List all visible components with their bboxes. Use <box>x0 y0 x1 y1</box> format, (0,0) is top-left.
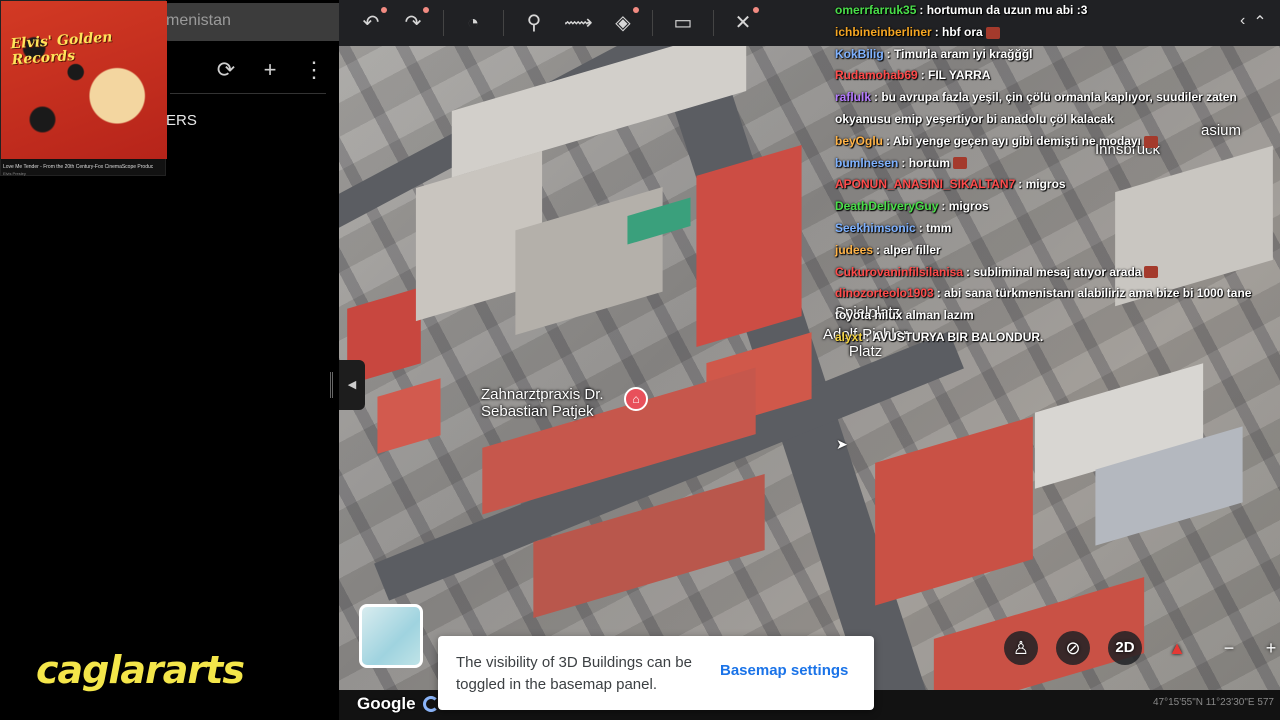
chat-username: Rudamohab69 <box>835 68 918 83</box>
chat-text: : alper filler <box>876 242 941 257</box>
chat-text: : migros <box>1018 177 1066 192</box>
chat-username: bumlnesen <box>835 155 899 170</box>
now-playing-overlay: Elvis' Golden Records Love Me Tender - F… <box>0 0 167 176</box>
chat-emote-icon <box>1143 135 1158 148</box>
track-artist: Elvis Presley <box>3 171 26 176</box>
path-icon[interactable]: ⟿ <box>564 9 593 37</box>
chat-message: alyxt: AVUSTURYA BIR BALONDUR. <box>835 327 1275 349</box>
chat-message: raflulk: bu avrupa fazla yeşil, çin çölü… <box>835 87 1275 131</box>
chat-text: : AVUSTURYA BIR BALONDUR. <box>865 329 1044 344</box>
building <box>696 144 802 348</box>
stream-chat-overlay: omerrfarruk35: hortumun da uzun mu abi :… <box>835 0 1275 349</box>
chat-text: : hortum <box>901 155 951 170</box>
layers-label: ERS <box>166 112 197 129</box>
panel-actions: ⟳ + ⋮ <box>214 58 326 82</box>
chat-message: DeathDeliveryGuy: migros <box>835 196 1275 218</box>
chat-text: : Abi yenge geçen ayı gibi demişti ne mo… <box>886 133 1141 148</box>
chat-username: KokBilig <box>835 46 884 61</box>
chat-message: Seekhimsonic: tmm <box>835 218 1275 240</box>
redo-icon[interactable]: ↷ <box>399 7 429 37</box>
coordinates-readout: 47°15'55"N 11°23'30"E 577 <box>1152 697 1274 708</box>
chat-text: : FIL YARRA <box>920 68 991 83</box>
left-panel: menistan ⟳ + ⋮ ERS Elvis' Golden Records… <box>0 0 339 720</box>
chat-username: APONUN_ANASINI_SIKALTAN7 <box>835 177 1016 192</box>
chat-emote-icon <box>1144 266 1159 279</box>
chat-username: Cukurovaninfilsilanisa <box>835 264 964 279</box>
panel-divider <box>170 93 326 94</box>
poi-label-dentist[interactable]: Zahnarztpraxis Dr. Sebastian Patjek <box>481 386 604 420</box>
chat-text: : subliminal mesaj atıyor arada <box>966 264 1142 279</box>
google-logo: Google <box>357 694 416 713</box>
chat-emote-icon <box>985 26 1000 39</box>
toolbar-divider <box>713 10 714 36</box>
panel-resize-handle[interactable] <box>330 372 333 398</box>
chat-message: APONUN_ANASINI_SIKALTAN7: migros <box>835 174 1275 196</box>
basemap-settings-button[interactable]: Basemap settings <box>720 662 848 679</box>
chat-username: dinozorteolo1903 <box>835 286 934 301</box>
chat-username: judees <box>835 242 874 257</box>
loading-spinner-icon <box>423 696 439 712</box>
mouse-cursor-icon: ➤ <box>836 436 848 452</box>
chat-text: : tmm <box>918 220 952 235</box>
basemap-toggle-button[interactable] <box>359 604 423 668</box>
chat-message: omerrfarruk35: hortumun da uzun mu abi :… <box>835 0 1275 22</box>
album-cover <box>1 1 167 159</box>
pegman-icon[interactable]: ♙ <box>1004 631 1038 665</box>
streamer-watermark: caglararts <box>36 648 245 692</box>
chat-emote-icon <box>953 157 968 170</box>
measure-icon[interactable]: ▭ <box>669 9 697 37</box>
add-icon[interactable]: + <box>258 58 282 82</box>
dentist-pin-icon[interactable]: ⌂ <box>624 387 648 411</box>
refresh-icon[interactable]: ⟳ <box>214 58 238 82</box>
toast-message: The visibility of 3D Buildings can be to… <box>456 654 692 693</box>
chat-message: dinozorteolo1903: abi sana türkmenistanı… <box>835 283 1275 327</box>
satellite-icon[interactable]: ✕ <box>729 7 759 37</box>
toolbar-divider <box>503 10 504 36</box>
chat-username: alyxt <box>835 329 863 344</box>
layers-icon[interactable]: ◈ <box>609 7 639 37</box>
zoom-in-icon[interactable]: + <box>1254 631 1280 665</box>
building <box>875 416 1033 606</box>
basemap-toast: The visibility of 3D Buildings can be to… <box>438 636 874 710</box>
chat-username: Seekhimsonic <box>835 220 916 235</box>
more-vert-icon[interactable]: ⋮ <box>302 58 326 82</box>
chat-message: judees: alper filler <box>835 240 1275 262</box>
chat-text: : Timurla aram iyi krağğğl <box>886 46 1033 61</box>
chat-text: : bu avrupa fazla yeşil, çin çölü ormanl… <box>835 90 1237 126</box>
chat-username: DeathDeliveryGuy <box>835 199 939 214</box>
chat-message: bumlnesen: hortum <box>835 153 1275 175</box>
chat-text: : hbf ora <box>934 24 983 39</box>
building <box>933 577 1145 690</box>
chat-username: ichbineinberliner <box>835 24 932 39</box>
chat-username: omerrfarruk35 <box>835 3 917 17</box>
collapse-panel-button[interactable]: ◀ <box>339 360 365 410</box>
chat-username: raflulk <box>835 90 872 105</box>
placemark-icon[interactable]: ⚲ <box>520 9 548 37</box>
track-caption: Love Me Tender - From the 20th Century-F… <box>3 164 153 170</box>
undo-icon[interactable]: ↶ <box>357 7 387 37</box>
building <box>377 378 441 454</box>
view-mode-toggle[interactable]: 2D <box>1108 631 1142 665</box>
chat-text: : hortumun da uzun mu abi :3 <box>919 3 1088 17</box>
compass-icon[interactable]: ▲ <box>1160 631 1194 665</box>
chat-message: KokBilig: Timurla aram iyi krağğğl <box>835 44 1275 66</box>
zoom-out-icon[interactable]: − <box>1212 631 1246 665</box>
chat-message: Cukurovaninfilsilanisa: subliminal mesaj… <box>835 262 1275 284</box>
chat-username: beyOglu <box>835 133 884 148</box>
chat-message: beyOglu: Abi yenge geçen ayı gibi demişt… <box>835 131 1275 153</box>
search-input-text[interactable]: menistan <box>166 12 231 30</box>
history-icon[interactable]: ◔ <box>459 9 487 37</box>
toolbar-divider <box>652 10 653 36</box>
chat-text: : migros <box>941 199 989 214</box>
chat-message: Rudamohab69: FIL YARRA <box>835 65 1275 87</box>
recenter-icon[interactable]: ⊘ <box>1056 631 1090 665</box>
toolbar-divider <box>443 10 444 36</box>
chat-message: ichbineinberliner: hbf ora <box>835 22 1275 44</box>
